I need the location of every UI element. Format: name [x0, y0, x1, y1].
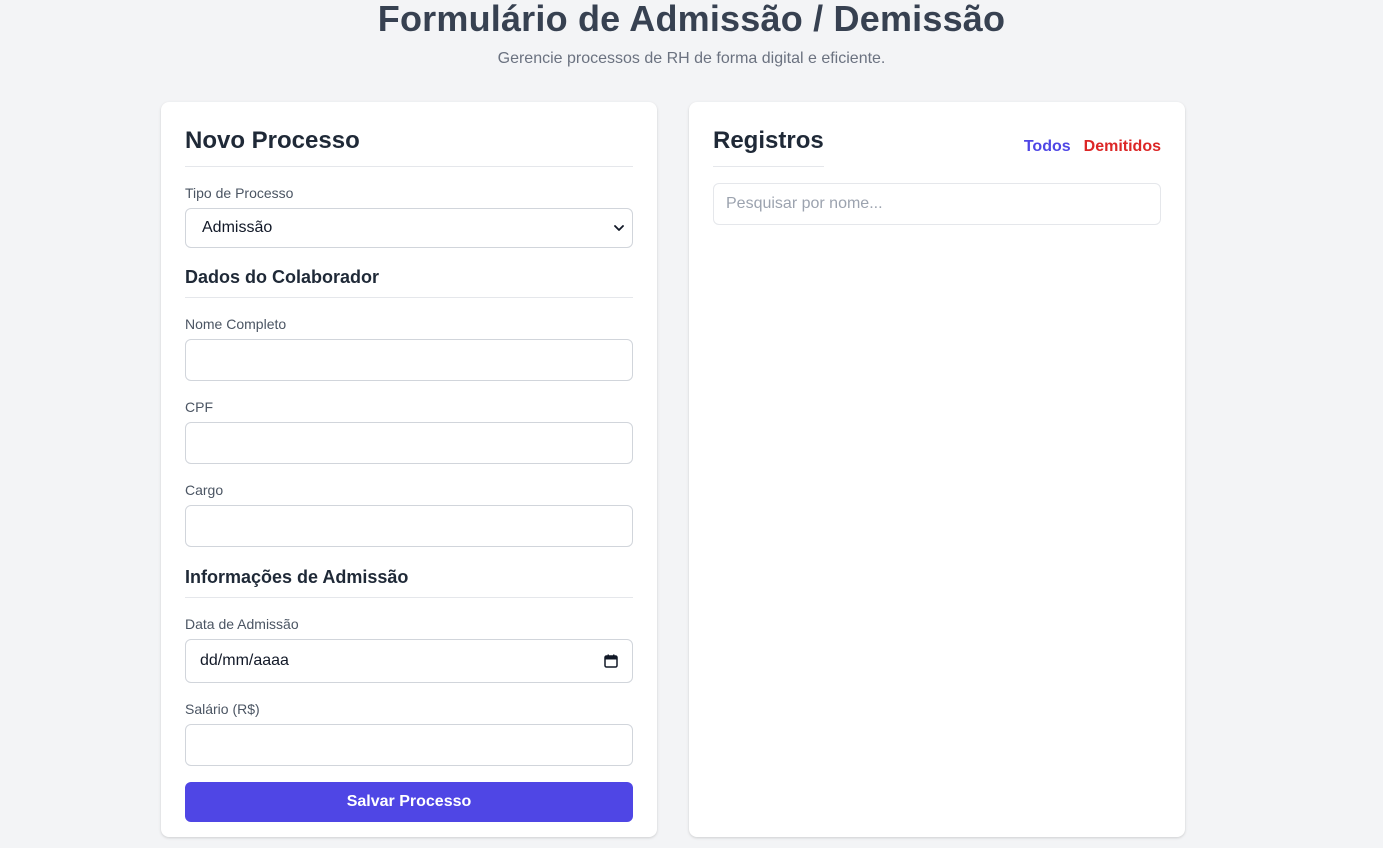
chevron-down-icon [614, 225, 624, 231]
admission-date-label: Data de Admissão [185, 616, 299, 632]
admission-date-group: Data de Admissão dd/mm/aaaa [185, 616, 633, 683]
salary-label: Salário (R$) [185, 701, 260, 717]
page-subtitle: Gerencie processos de RH de forma digita… [497, 50, 886, 67]
role-group: Cargo [185, 482, 633, 547]
new-process-title: Novo Processo [185, 126, 633, 167]
admission-date-input[interactable]: dd/mm/aaaa [185, 639, 633, 683]
cpf-group: CPF [185, 399, 633, 464]
search-input[interactable]: Pesquisar por nome... [713, 183, 1161, 225]
cpf-label: CPF [185, 399, 213, 415]
salary-group: Salário (R$) [185, 701, 633, 766]
full-name-group: Nome Completo [185, 316, 633, 381]
records-title: Registros [713, 126, 824, 167]
filter-fired-button[interactable]: Demitidos [1084, 138, 1161, 156]
page-header: Formulário de Admissão / Demissão Gerenc… [0, 0, 1383, 68]
filter-all-button[interactable]: Todos [1024, 138, 1071, 156]
admission-section-title: Informações de Admissão [185, 567, 633, 598]
full-name-label: Nome Completo [185, 316, 287, 332]
calendar-icon[interactable] [604, 654, 618, 668]
records-header: Registros Todos Demitidos [713, 126, 1161, 167]
page-title: Formulário de Admissão / Demissão [377, 0, 1006, 39]
process-type-value: Admissão [202, 219, 273, 236]
employee-section-title: Dados do Colaborador [185, 267, 633, 298]
cpf-input[interactable] [185, 422, 633, 464]
records-filters: Todos Demitidos [1024, 138, 1161, 156]
records-card: Registros Todos Demitidos Pesquisar por … [689, 102, 1185, 837]
process-type-label: Tipo de Processo [185, 185, 294, 201]
process-type-select[interactable]: Admissão [185, 208, 633, 248]
full-name-input[interactable] [185, 339, 633, 381]
admission-date-placeholder: dd/mm/aaaa [200, 652, 289, 669]
role-label: Cargo [185, 482, 224, 498]
process-type-group: Tipo de Processo Admissão [185, 185, 633, 248]
save-process-button[interactable]: Salvar Processo [185, 782, 633, 822]
salary-input[interactable] [185, 724, 633, 766]
search-placeholder: Pesquisar por nome... [726, 195, 883, 212]
role-input[interactable] [185, 505, 633, 547]
new-process-card: Novo Processo Tipo de Processo Admissão … [161, 102, 657, 837]
